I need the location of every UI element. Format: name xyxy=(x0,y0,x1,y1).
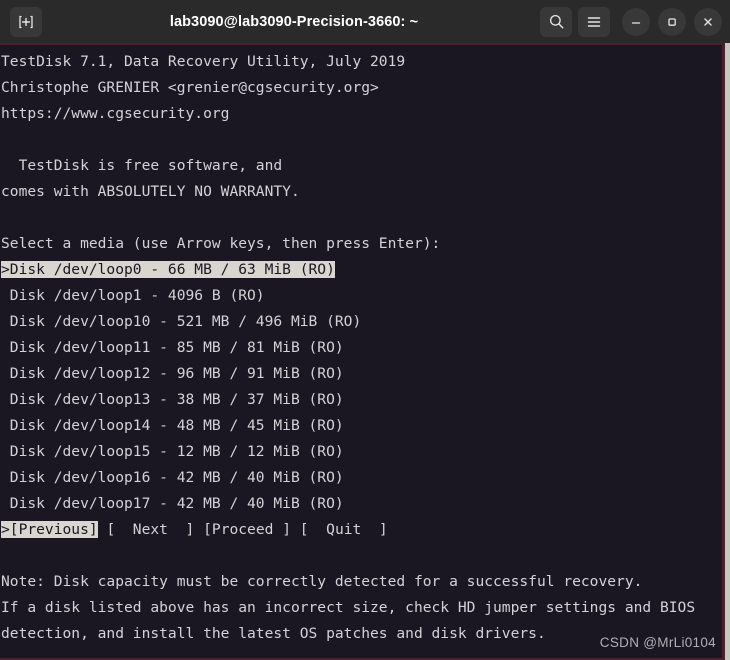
selection-highlight[interactable]: >Disk /dev/loop0 - 66 MB / 63 MiB (RO) xyxy=(1,261,335,278)
disk-list-item: Disk /dev/loop10 - 521 MB / 496 MiB (RO) xyxy=(1,313,362,330)
new-tab-icon[interactable] xyxy=(10,6,42,37)
disk-list-item: Disk /dev/loop13 - 38 MB / 37 MiB (RO) xyxy=(1,391,344,408)
disk-list-item: Disk /dev/loop1 - 4096 B (RO) xyxy=(1,287,265,304)
minimize-icon[interactable] xyxy=(622,7,650,36)
disk-list-item: Disk /dev/loop12 - 96 MB / 91 MiB (RO) xyxy=(1,365,344,382)
window-titlebar: lab3090@lab3090-Precision-3660: ~ xyxy=(0,0,730,43)
disk-list-item: Disk /dev/loop15 - 12 MB / 12 MiB (RO) xyxy=(1,443,344,460)
next-button[interactable]: [ Next ] xyxy=(106,521,194,538)
note-line: Note: Disk capacity must be correctly de… xyxy=(1,573,643,590)
close-icon[interactable] xyxy=(694,7,722,36)
terminal-text-buffer: TestDisk 7.1, Data Recovery Utility, Jul… xyxy=(0,45,695,647)
terminal-line: TestDisk 7.1, Data Recovery Utility, Jul… xyxy=(1,53,406,70)
titlebar-left-controls xyxy=(10,6,42,37)
disk-list-item: Disk /dev/loop16 - 42 MB / 40 MiB (RO) xyxy=(1,469,344,486)
note-line: detection, and install the latest OS pat… xyxy=(1,625,546,642)
terminal-line: TestDisk is free software, and xyxy=(1,157,283,174)
terminal-line: comes with ABSOLUTELY NO WARRANTY. xyxy=(1,183,300,200)
terminal-screen[interactable]: TestDisk 7.1, Data Recovery Utility, Jul… xyxy=(0,43,730,660)
terminal-window: lab3090@lab3090-Precision-3660: ~ TestDi… xyxy=(0,0,730,660)
terminal-right-edge xyxy=(725,43,730,660)
window-buttons xyxy=(622,7,722,36)
previous-button[interactable]: >[Previous] xyxy=(1,521,98,538)
note-line: If a disk listed above has an incorrect … xyxy=(1,599,696,616)
disk-list-item: Disk /dev/loop17 - 42 MB / 40 MiB (RO) xyxy=(1,495,344,512)
terminal-line: Christophe GRENIER <grenier@cgsecurity.o… xyxy=(1,79,379,96)
terminal-line: https://www.cgsecurity.org xyxy=(1,105,230,122)
terminal-line: Select a media (use Arrow keys, then pre… xyxy=(1,235,441,252)
watermark: CSDN @MrLi0104 xyxy=(599,635,716,650)
quit-button[interactable]: [ Quit ] xyxy=(300,521,388,538)
window-title: lab3090@lab3090-Precision-3660: ~ xyxy=(169,13,419,30)
disk-list-item-selected: >Disk /dev/loop0 - 66 MB / 63 MiB (RO) xyxy=(1,257,695,283)
search-icon[interactable] xyxy=(540,6,572,37)
proceed-button[interactable]: [Proceed ] xyxy=(203,521,291,538)
maximize-icon[interactable] xyxy=(658,7,686,36)
titlebar-right-controls xyxy=(540,6,722,37)
disk-list-item: Disk /dev/loop14 - 48 MB / 45 MiB (RO) xyxy=(1,417,344,434)
action-button-row: >[Previous] [ Next ] [Proceed ] [ Quit ] xyxy=(1,517,695,543)
disk-list-item: Disk /dev/loop11 - 85 MB / 81 MiB (RO) xyxy=(1,339,344,356)
hamburger-menu-icon[interactable] xyxy=(578,6,610,37)
